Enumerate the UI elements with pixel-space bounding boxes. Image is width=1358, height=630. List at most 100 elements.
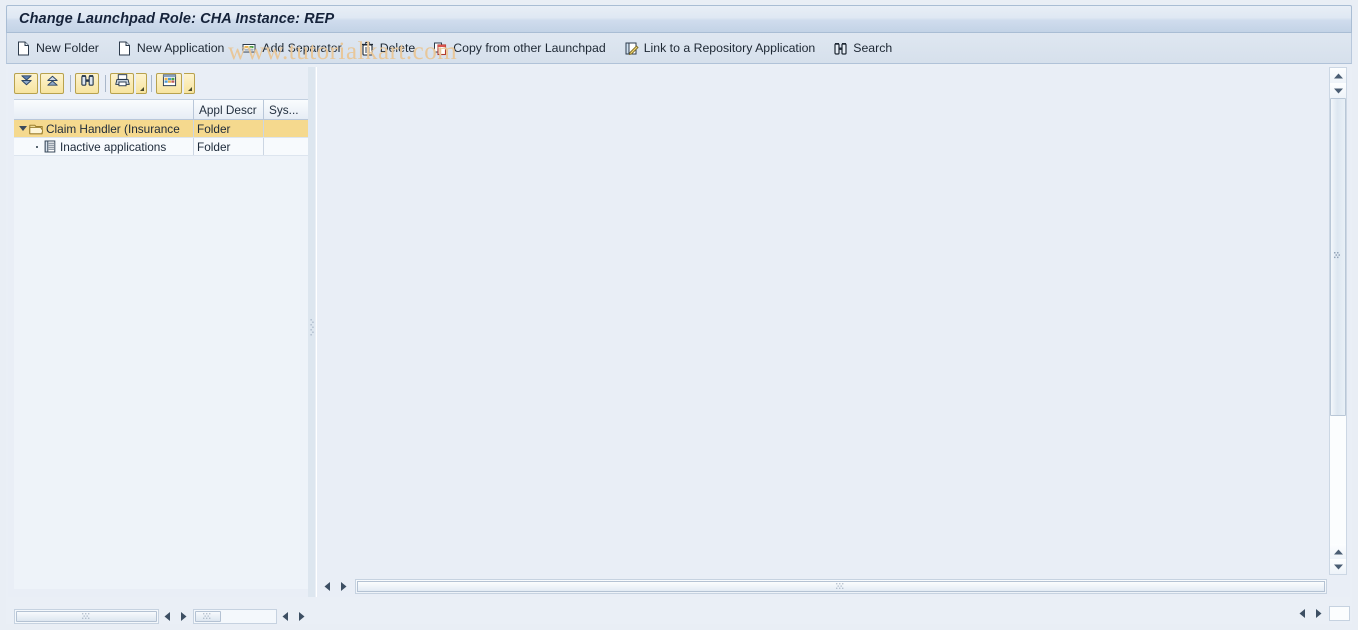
link-repository-icon [624, 41, 639, 56]
launchpad-detail-pane [316, 67, 1350, 597]
launchpad-tree: Appl Descr Sys... Claim Handler (Insuran… [14, 99, 312, 589]
layout-dropdown-arrow[interactable] [184, 72, 195, 94]
outer-scrollbar-track[interactable] [1329, 605, 1350, 621]
copy-icon [433, 41, 448, 56]
trash-icon [360, 41, 375, 56]
toolbar-divider [70, 74, 71, 92]
detail-vertical-scrollbar[interactable] [1329, 67, 1347, 575]
toolbar-divider [105, 74, 106, 92]
page-title: Change Launchpad Role: CHA Instance: REP [19, 11, 335, 27]
new-folder-button[interactable]: New Folder [7, 36, 108, 60]
application-toolbar: New Folder New Application Add Separator [6, 33, 1352, 64]
tree-rows: Claim Handler (Insurance Folder Inactive… [14, 120, 312, 156]
outer-horizontal-scrollbar-group [1294, 604, 1350, 622]
tree-toolbar [14, 72, 195, 94]
arrow-down-icon [1333, 564, 1343, 569]
arrow-right-icon [1315, 608, 1321, 618]
expand-all-icon [19, 73, 34, 93]
tree-column-header-sys[interactable]: Sys... [264, 100, 312, 119]
arrow-left-icon [1299, 608, 1305, 618]
tree-scroll-right-button[interactable] [175, 608, 191, 624]
tree-cell-sys[interactable] [264, 138, 312, 155]
separator-icon [242, 41, 257, 56]
detail-horizontal-scrollbar-thumb[interactable] [357, 580, 1325, 592]
arrow-up-icon [1333, 73, 1343, 78]
launchpad-tree-panel: Appl Descr Sys... Claim Handler (Insuran… [8, 67, 312, 624]
chevron-down-icon[interactable] [17, 123, 28, 134]
detail-scroll-left-button[interactable] [319, 578, 335, 594]
tree-cell-appl-descr[interactable]: Folder [194, 120, 264, 137]
new-application-button[interactable]: New Application [108, 36, 234, 60]
collapse-all-icon [45, 73, 60, 93]
tree-hierarchy-scrollbar-track[interactable] [14, 608, 159, 624]
tree-scroll-left-button[interactable] [159, 608, 175, 624]
delete-button[interactable]: Delete [351, 36, 425, 60]
tree-columns-scrollbar-track[interactable] [193, 608, 277, 624]
scroll-up-button[interactable] [1330, 68, 1346, 83]
tree-columns-scrollbar-thumb[interactable] [195, 610, 221, 622]
scroll-down-button[interactable] [1330, 83, 1346, 98]
printer-icon [114, 73, 130, 93]
binoculars-icon [833, 41, 848, 56]
tree-cell-appl-descr[interactable]: Folder [194, 138, 264, 155]
tree-column-headers: Appl Descr Sys... [14, 100, 312, 120]
tree-find-button[interactable] [75, 72, 99, 94]
tree-leaf-dot-icon [31, 141, 42, 152]
outer-scroll-right-button[interactable] [1310, 605, 1326, 621]
scroll-up-button-bottom[interactable] [1330, 544, 1346, 559]
new-folder-label: New Folder [36, 41, 99, 55]
arrow-left-icon [164, 611, 170, 621]
toolbar-divider [151, 74, 152, 92]
panel-splitter[interactable] [308, 67, 315, 597]
detail-horizontal-scrollbar-track[interactable] [355, 578, 1327, 594]
outer-scroll-left-button[interactable] [1294, 605, 1310, 621]
detail-scroll-right-button[interactable] [335, 578, 351, 594]
grip-dots-icon [309, 319, 314, 336]
arrow-right-icon [180, 611, 186, 621]
table-row[interactable]: Inactive applications Folder [14, 138, 312, 156]
layout-button[interactable] [156, 72, 182, 94]
detail-content-area[interactable] [317, 67, 1328, 575]
page-icon [117, 41, 132, 56]
new-application-label: New Application [136, 41, 225, 55]
vertical-scrollbar-track[interactable] [1330, 98, 1346, 544]
link-to-repository-application-button[interactable]: Link to a Repository Application [615, 36, 825, 60]
expand-all-button[interactable] [14, 72, 38, 94]
work-area: Appl Descr Sys... Claim Handler (Insuran… [6, 64, 1352, 624]
delete-label: Delete [379, 41, 416, 55]
binoculars-icon [80, 73, 95, 93]
tree-column-header-appl-descr[interactable]: Appl Descr [194, 100, 264, 119]
tree-node-cell[interactable]: Inactive applications [14, 138, 194, 155]
tree-columns-scroll-left-button[interactable] [277, 608, 293, 624]
vertical-scrollbar-thumb[interactable] [1330, 98, 1346, 416]
detail-horizontal-scrollbar-group [319, 577, 1327, 595]
add-separator-label: Add Separator [262, 41, 342, 55]
window-title-bar: Change Launchpad Role: CHA Instance: REP [6, 5, 1352, 33]
add-separator-button[interactable]: Add Separator [233, 36, 350, 60]
tree-hierarchy-scrollbar-thumb[interactable] [16, 610, 157, 622]
arrow-right-icon [340, 581, 346, 591]
grip-dots-icon [203, 613, 211, 619]
tree-node-label: Inactive applications [60, 139, 167, 154]
tree-column-header-hierarchy[interactable] [14, 100, 194, 119]
print-button[interactable] [110, 72, 134, 94]
scroll-down-button-bottom[interactable] [1330, 559, 1346, 574]
arrow-down-icon [1333, 88, 1343, 93]
table-row[interactable]: Claim Handler (Insurance Folder [14, 120, 312, 138]
collapse-all-button[interactable] [40, 72, 64, 94]
folder-icon [29, 122, 44, 135]
print-dropdown-arrow[interactable] [136, 72, 147, 94]
grid-icon [162, 73, 177, 93]
sap-gui-window: Change Launchpad Role: CHA Instance: REP… [0, 0, 1358, 630]
tree-cell-sys[interactable] [264, 120, 312, 137]
arrow-up-icon [1333, 549, 1343, 554]
copy-from-other-launchpad-label: Copy from other Launchpad [453, 41, 606, 55]
search-button[interactable]: Search [824, 36, 901, 60]
arrow-left-icon [324, 581, 330, 591]
tree-node-cell[interactable]: Claim Handler (Insurance [14, 120, 194, 137]
tree-columns-scroll-right-button[interactable] [293, 608, 309, 624]
search-label: Search [853, 41, 893, 55]
arrow-left-icon [282, 611, 288, 621]
copy-from-other-launchpad-button[interactable]: Copy from other Launchpad [424, 36, 614, 60]
grip-dots-icon [81, 613, 89, 619]
